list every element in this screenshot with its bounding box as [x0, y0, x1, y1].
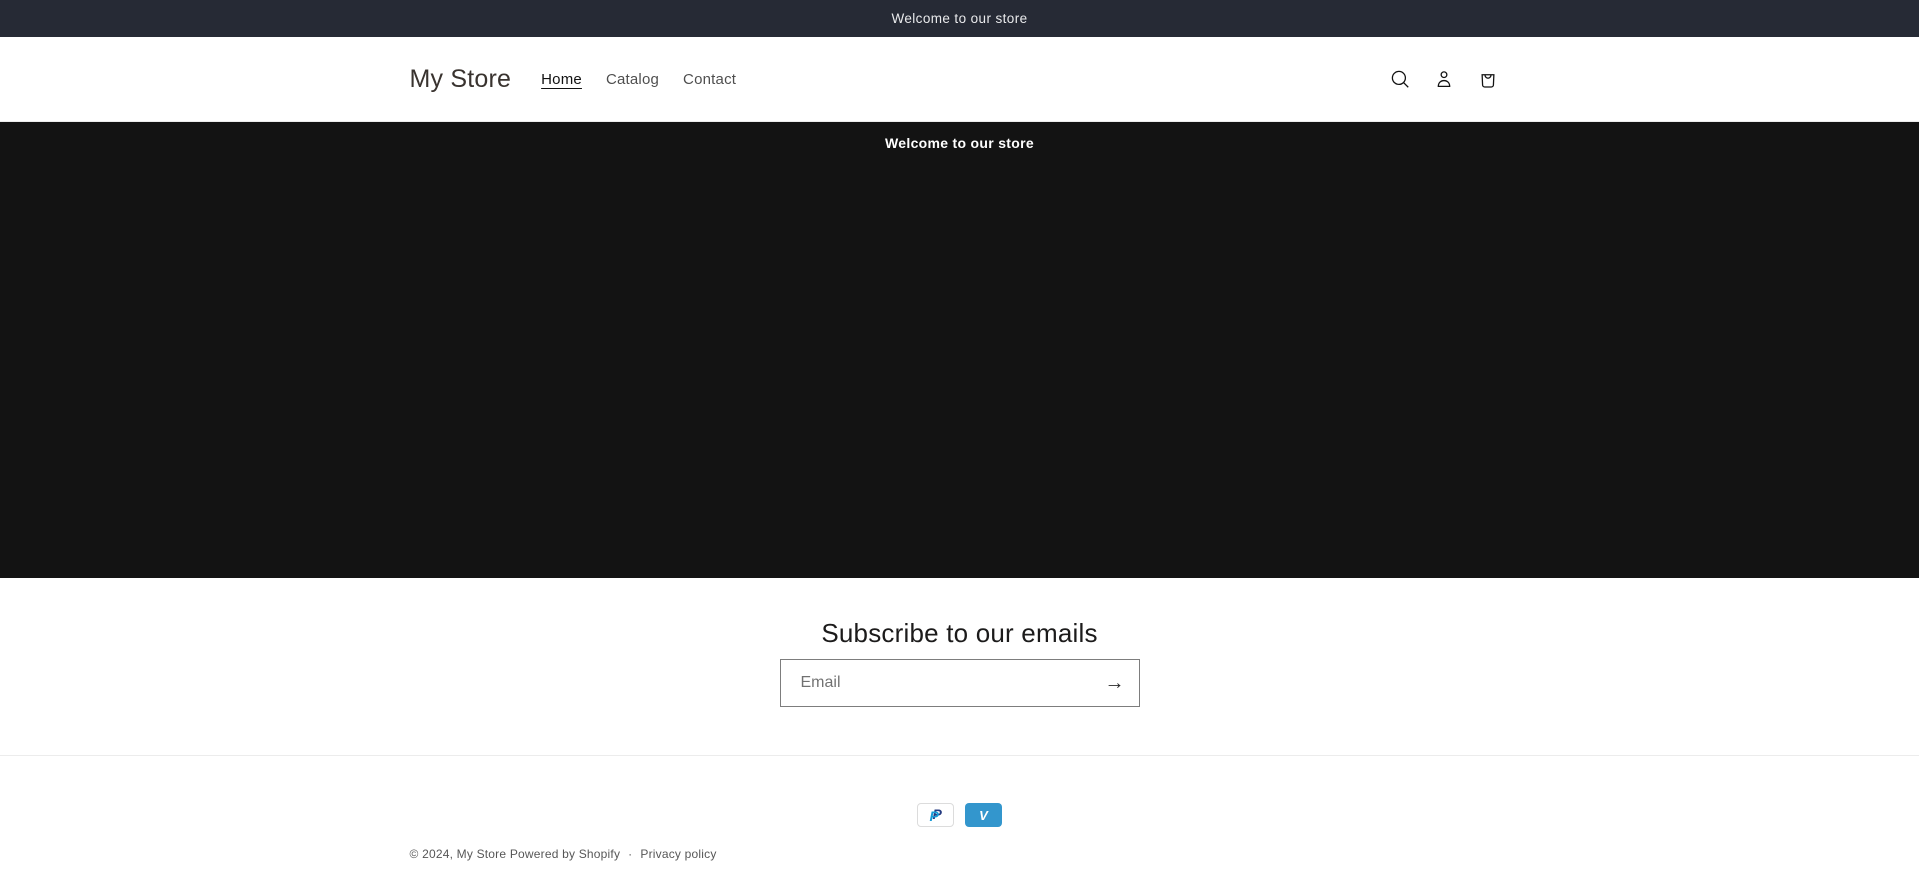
newsletter-form: → [779, 659, 1140, 707]
venmo-icon: V [979, 807, 988, 823]
email-input[interactable] [780, 660, 1091, 706]
copyright-text: © 2024, My Store [409, 847, 507, 861]
copyright-separator: · [628, 847, 633, 861]
account-button[interactable] [1422, 57, 1466, 101]
nav-link-home[interactable]: Home [529, 59, 594, 100]
header-icons [1378, 57, 1510, 101]
store-logo[interactable]: My Store [410, 65, 512, 94]
main-nav: Home Catalog Contact [529, 59, 748, 100]
cart-icon [1477, 68, 1499, 90]
venmo-badge: V [965, 803, 1002, 827]
paypal-badge: P P [917, 803, 954, 827]
footer: P P V © 2024, My Store Powered by Shopif… [0, 755, 1919, 885]
hero-heading: Welcome to our store [885, 135, 1034, 151]
account-icon [1433, 68, 1455, 90]
search-button[interactable] [1378, 57, 1422, 101]
newsletter-submit-button[interactable]: → [1091, 661, 1139, 705]
paypal-icon: P P [929, 806, 942, 824]
announcement-text: Welcome to our store [891, 11, 1028, 26]
privacy-policy-link[interactable]: Privacy policy [640, 847, 716, 861]
search-icon [1389, 68, 1411, 90]
cart-button[interactable] [1466, 57, 1510, 101]
payment-methods: P P V [0, 803, 1919, 827]
powered-by-shopify-link[interactable]: Powered by Shopify [510, 847, 620, 861]
hero-banner: Welcome to our store [0, 122, 1919, 578]
header: My Store Home Catalog Contact [0, 37, 1919, 122]
arrow-right-icon: → [1104, 672, 1125, 694]
newsletter-heading: Subscribe to our emails [821, 618, 1098, 648]
newsletter-section: Subscribe to our emails → [0, 578, 1919, 755]
nav-link-catalog[interactable]: Catalog [594, 59, 671, 100]
footer-copyright: © 2024, My Store Powered by Shopify · Priv… [410, 847, 1510, 885]
nav-link-contact[interactable]: Contact [671, 59, 748, 100]
announcement-bar: Welcome to our store [0, 0, 1919, 37]
